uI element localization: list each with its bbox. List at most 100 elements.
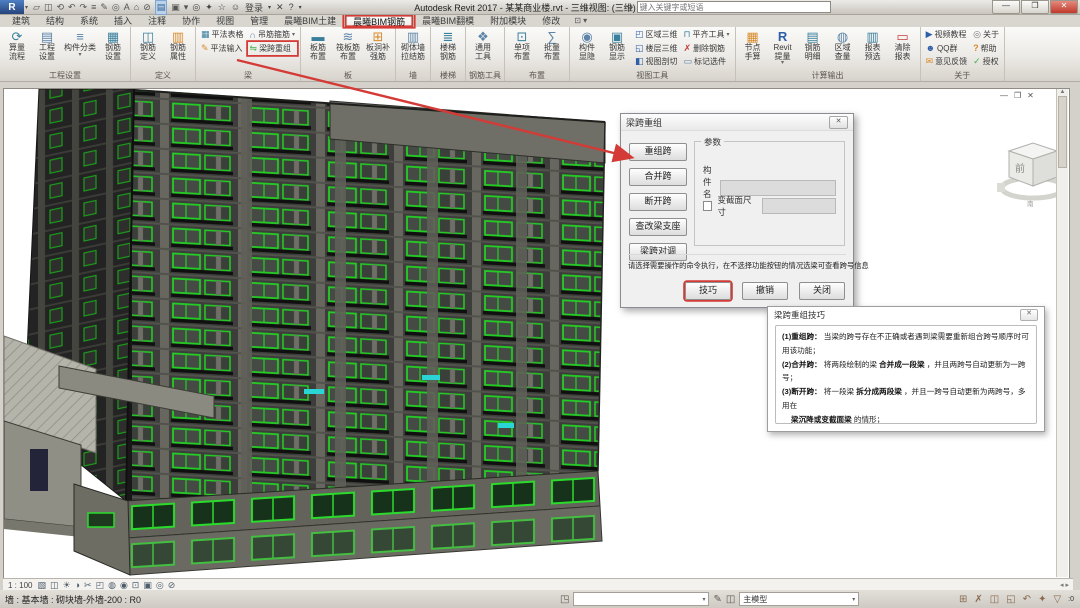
mark-component-icon[interactable]: ▭ [684, 56, 693, 67]
hanger-stirrup-icon[interactable]: ∩ [250, 30, 256, 40]
ribbon-button-slab-rebar[interactable]: ▬板筋 布置 [304, 28, 332, 61]
ribbon-button-qq-group[interactable]: ☻QQ群 [924, 42, 970, 56]
restore-button[interactable]: ❒ [1021, 0, 1049, 14]
ribbon-tab[interactable]: 管理 [242, 14, 276, 27]
sync-icon[interactable]: ⟲ [56, 1, 64, 14]
ribbon-button-mark-component[interactable]: ▭标记选件 [682, 55, 732, 69]
ribbon-button-align-tool[interactable]: ⊓平齐工具▾ [682, 28, 732, 42]
rebar-props-icon[interactable]: ▥ [172, 29, 184, 44]
dialog-button[interactable]: 断开跨 [629, 193, 687, 211]
customize-qat-icon[interactable]: ▾ [184, 1, 189, 14]
delete-rebar-icon[interactable]: ✗ [684, 43, 692, 54]
license-icon[interactable]: ✓ [973, 56, 981, 67]
dialog-button[interactable]: 重组跨 [629, 143, 687, 161]
modify-flyout-icon[interactable]: ⊡ ▾ [574, 14, 587, 27]
dialog-close-icon[interactable]: ✕ [829, 116, 848, 129]
close-button[interactable]: ✕ [1050, 0, 1078, 14]
report-preview-icon[interactable]: ▥ [866, 29, 878, 44]
exclude-options-icon[interactable]: ✗ [974, 594, 982, 605]
help-doc-icon[interactable]: ? [973, 43, 979, 53]
ribbon-button-flat-input[interactable]: ✎平法输入 [199, 42, 246, 56]
worksets-icon[interactable]: ◳ [560, 594, 569, 605]
ribbon-button-rebar-settings[interactable]: ▦钢筋 设置 [99, 28, 127, 61]
dropdown-arrow-icon[interactable]: ▾ [292, 31, 295, 38]
section-icon[interactable]: ⊘ [143, 1, 151, 14]
rebar-define-icon[interactable]: ◫ [142, 29, 154, 44]
user-icon[interactable]: ☺ [231, 2, 240, 12]
flat-input-icon[interactable]: ✎ [201, 43, 209, 54]
text-icon[interactable]: A [124, 1, 130, 14]
ribbon-button-video-tutorial[interactable]: ▶视频教程 [924, 28, 970, 42]
detail-level-icon[interactable]: ◫ [50, 580, 59, 591]
ribbon-button-rebar-schedule[interactable]: ▤钢筋 明细 [799, 28, 827, 61]
revit-logo[interactable]: R [0, 0, 24, 14]
floor-3d-icon[interactable]: ◱ [635, 43, 644, 54]
rebar-display-icon[interactable]: ▣ [611, 29, 623, 44]
settings-icon[interactable]: ✦ [1038, 594, 1046, 605]
view-cube-south-label[interactable]: 南 [1027, 199, 1034, 208]
align-tool-icon[interactable]: ⊓ [684, 29, 691, 40]
ribbon-button-wall-tie[interactable]: ▥砌体墙 拉结筋 [399, 28, 427, 61]
unlocked-view-icon[interactable]: ⊡ [132, 580, 140, 591]
feedback-icon[interactable]: ✉ [926, 56, 934, 67]
design-option-select[interactable]: 主模型▾ [739, 592, 859, 606]
region-query-icon[interactable]: ◍ [837, 29, 848, 44]
ribbon-button-raft-rebar[interactable]: ≋筏板筋 布置 [334, 28, 362, 61]
measure-icon[interactable]: ≡ [91, 1, 96, 14]
ribbon-tab[interactable]: 晨曦BIM钢筋 [344, 14, 414, 27]
view-scale[interactable]: 1 : 100 [8, 581, 32, 590]
switch-windows-icon[interactable]: ▣ [171, 1, 180, 14]
sign-in-label[interactable]: 登录 [245, 1, 263, 14]
save-icon[interactable]: ◫ [44, 1, 53, 14]
redo-icon[interactable]: ↷ [80, 1, 88, 14]
favorites-star-icon[interactable]: ☆ [218, 2, 226, 13]
ribbon-button-region-3d[interactable]: ◰区域三维 [633, 28, 680, 42]
component-class-icon[interactable]: ≡ [76, 29, 84, 44]
ribbon-button-rebar-props[interactable]: ▥钢筋 属性 [164, 28, 192, 61]
default-3d-view-icon[interactable]: ⌂ [134, 1, 139, 14]
filter-icon[interactable]: ▽ [1053, 594, 1061, 605]
scroll-up-icon[interactable]: ▲ [1057, 89, 1068, 95]
video-tutorial-icon[interactable]: ▶ [926, 29, 933, 40]
ribbon-button-help-doc[interactable]: ?帮助 [971, 42, 1001, 56]
single-place-icon[interactable]: ⊡ [517, 29, 528, 44]
ribbon-tab[interactable]: 系统 [72, 14, 106, 27]
select-underlay-icon[interactable]: ◱ [1006, 594, 1015, 605]
calc-flow-icon[interactable]: ⟳ [12, 29, 23, 44]
view-close-icon[interactable]: ✕ [1027, 91, 1034, 100]
rebar-settings-icon[interactable]: ▦ [107, 29, 119, 44]
raft-rebar-icon[interactable]: ≋ [343, 29, 354, 44]
hole-strengthen-icon[interactable]: ⊞ [373, 29, 384, 44]
wall-tie-icon[interactable]: ▥ [407, 29, 419, 44]
ribbon-button-calc-flow[interactable]: ⟳算量 流程 [3, 28, 31, 61]
ribbon-button-component-class[interactable]: ≡构件分类▾ [63, 28, 97, 58]
help-search-input[interactable] [637, 1, 831, 13]
ribbon-tab[interactable]: 视图 [208, 14, 242, 27]
ribbon-tab[interactable]: 修改 [534, 14, 568, 27]
view-cut-icon[interactable]: ◧ [635, 56, 644, 67]
hscroll-arrow-icon[interactable]: ◂ ▸ [1060, 581, 1069, 589]
ribbon-button-region-query[interactable]: ◍区域 查量 [829, 28, 857, 61]
view-cube-front-label[interactable]: 前 [1015, 162, 1025, 175]
ribbon-button-revit-quantity[interactable]: RRevit 提量▾ [769, 28, 797, 66]
node-calc-icon[interactable]: ▦ [746, 29, 758, 44]
vertical-scrollbar[interactable]: ▲ [1056, 89, 1068, 577]
general-tool-icon[interactable]: ❖ [477, 29, 489, 44]
editable-only-icon[interactable]: ✎ [713, 594, 721, 605]
rebar-schedule-icon[interactable]: ▤ [806, 29, 818, 44]
ribbon-button-rebar-display[interactable]: ▣钢筋 显示 [603, 28, 631, 61]
select-link-icon[interactable]: ⊞ [959, 594, 967, 605]
ribbon-button-report-preview[interactable]: ▥报表 预选 [859, 28, 887, 61]
ribbon-button-component-visibility[interactable]: ◉构件 显隐 [573, 28, 601, 61]
temporary-hide-icon[interactable]: ◍ [108, 580, 116, 591]
ribbon-tab[interactable]: 晨曦BIM翻模 [414, 14, 482, 27]
dropdown-arrow-icon[interactable]: ▾ [78, 53, 81, 58]
ribbon-button-rebar-define[interactable]: ◫钢筋 定义 [134, 28, 162, 61]
crop-region-icon[interactable]: ◰ [96, 580, 105, 591]
reveal-hidden-icon[interactable]: ◉ [120, 580, 128, 591]
region-3d-icon[interactable]: ◰ [635, 29, 644, 40]
ribbon-button-project-settings[interactable]: ▤工程 设置 [33, 28, 61, 61]
open-icon[interactable]: ▱ [33, 1, 40, 14]
ribbon-button-batch-place[interactable]: ∑批量 布置 [538, 28, 566, 61]
ribbon-button-view-cut[interactable]: ◧视图剖切 [633, 55, 680, 69]
